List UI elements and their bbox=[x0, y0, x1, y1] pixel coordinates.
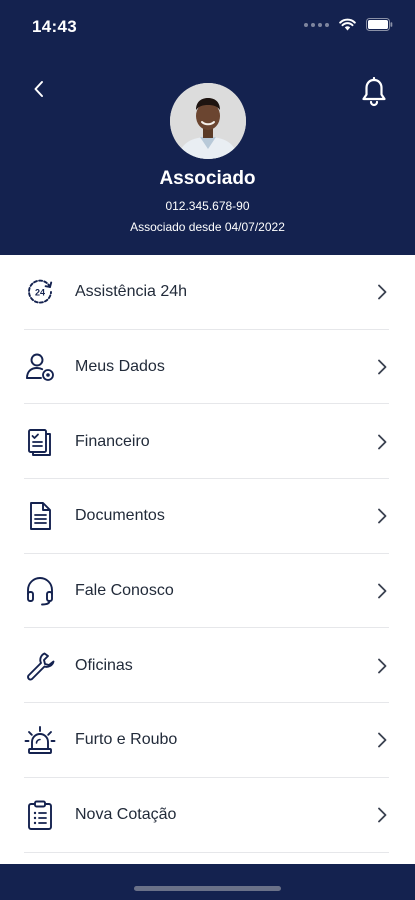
chevron-right-icon bbox=[378, 658, 387, 674]
chevron-right-icon bbox=[378, 359, 387, 375]
menu-item-label: Oficinas bbox=[75, 656, 133, 674]
document-icon bbox=[24, 500, 56, 532]
profile-name: Associado bbox=[159, 168, 256, 189]
chevron-right-icon bbox=[378, 509, 387, 524]
bell-icon bbox=[362, 77, 386, 107]
menu-item-nova-cotacao[interactable]: Nova Cotação bbox=[0, 778, 415, 853]
cellular-signal-icon bbox=[304, 22, 329, 27]
profile-header: 14:43 Associado 012.345.678-90 Associado… bbox=[0, 0, 415, 255]
menu-item-label: Fale Conosco bbox=[75, 582, 174, 600]
menu-item-assistencia-24h[interactable]: 24 Assistência 24h bbox=[0, 255, 415, 330]
chevron-right-icon bbox=[378, 434, 387, 450]
status-icons bbox=[304, 18, 393, 31]
status-bar: 14:43 bbox=[0, 0, 415, 50]
wrench-icon bbox=[24, 650, 56, 682]
assistance-24h-icon: 24 bbox=[24, 276, 56, 308]
svg-text:24: 24 bbox=[35, 288, 45, 298]
menu-item-furto-e-roubo[interactable]: Furto e Roubo bbox=[0, 703, 415, 778]
headset-icon bbox=[24, 575, 56, 607]
menu-item-financeiro[interactable]: Financeiro bbox=[0, 404, 415, 480]
status-time: 14:43 bbox=[32, 17, 77, 36]
chevron-right-icon bbox=[378, 284, 387, 300]
menu-item-label: Furto e Roubo bbox=[75, 731, 178, 749]
menu-item-label: Financeiro bbox=[75, 432, 150, 450]
menu-item-meus-dados[interactable]: Meus Dados bbox=[0, 330, 415, 405]
profile-photo bbox=[170, 83, 246, 159]
menu-item-label: Documentos bbox=[75, 507, 165, 525]
notifications-button[interactable] bbox=[359, 76, 389, 108]
menu-item-documentos[interactable]: Documentos bbox=[0, 479, 415, 554]
avatar[interactable] bbox=[170, 83, 246, 159]
profile-member-since: Associado desde 04/07/2022 bbox=[130, 220, 285, 234]
back-button[interactable] bbox=[26, 76, 52, 102]
menu-item-label: Assistência 24h bbox=[75, 283, 188, 301]
profile-document-number: 012.345.678-90 bbox=[165, 199, 250, 213]
chevron-right-icon bbox=[378, 583, 387, 599]
chevron-right-icon bbox=[378, 807, 387, 823]
chevron-left-icon bbox=[34, 81, 43, 97]
bottom-bar bbox=[0, 864, 415, 900]
menu-item-label: Meus Dados bbox=[75, 358, 165, 376]
invoice-icon bbox=[24, 426, 56, 458]
menu-item-oficinas[interactable]: Oficinas bbox=[0, 628, 415, 704]
profile-menu: 24 Assistência 24h Meus Dados Financeiro… bbox=[0, 255, 415, 853]
chevron-right-icon bbox=[378, 733, 387, 748]
divider bbox=[24, 851, 389, 853]
menu-item-fale-conosco[interactable]: Fale Conosco bbox=[0, 554, 415, 629]
clipboard-icon bbox=[24, 799, 56, 831]
home-indicator[interactable] bbox=[134, 886, 281, 891]
battery-icon bbox=[366, 18, 393, 31]
alarm-siren-icon bbox=[24, 724, 56, 756]
menu-item-label: Nova Cotação bbox=[75, 806, 177, 824]
user-settings-icon bbox=[24, 351, 56, 383]
wifi-icon bbox=[339, 18, 356, 31]
